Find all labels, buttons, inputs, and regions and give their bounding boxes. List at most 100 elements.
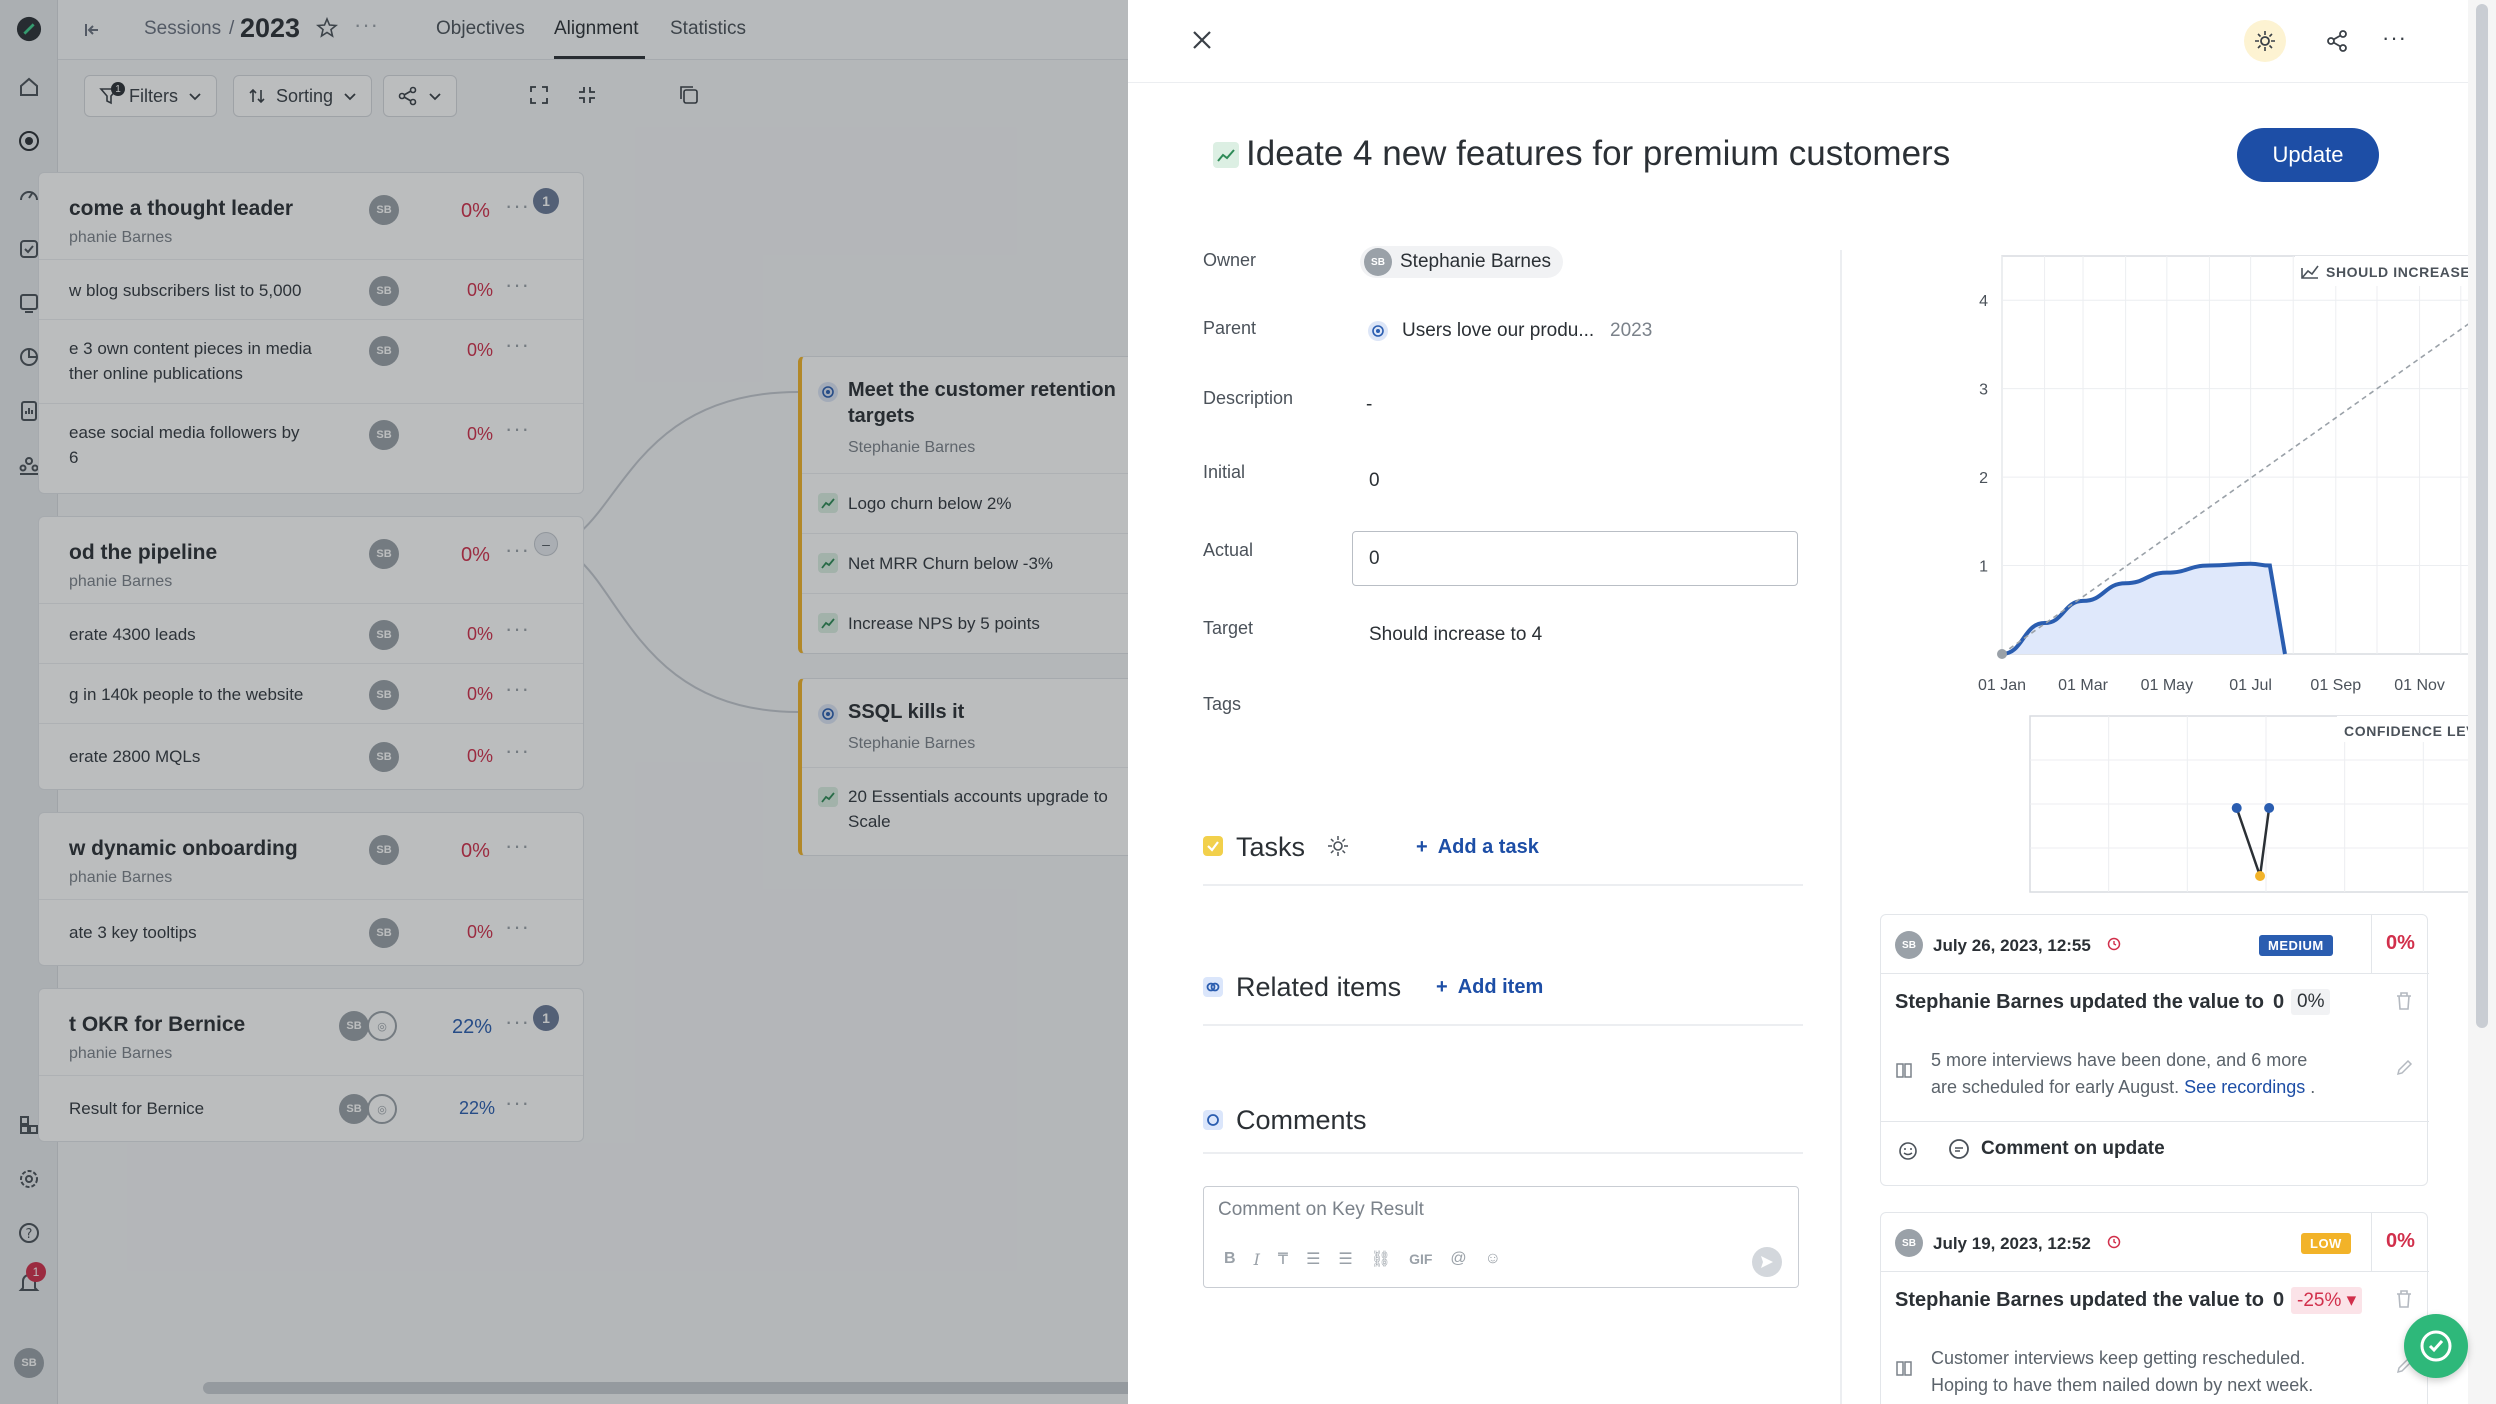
x-tick-label: 01 Jul xyxy=(2229,677,2272,694)
actual-value-input[interactable]: 0 xyxy=(1352,531,1798,586)
related-divider xyxy=(1203,1024,1803,1026)
send-icon xyxy=(1761,1256,1773,1268)
more-icon[interactable]: ··· xyxy=(2382,25,2407,51)
x-tick-label: 01 Mar xyxy=(2058,677,2108,694)
tasks-heading: Tasks xyxy=(1236,832,1306,862)
link-icon[interactable]: ⛓ xyxy=(1371,1249,1391,1269)
panel-scrollbar-thumb[interactable] xyxy=(2476,4,2488,1028)
mention-icon[interactable]: @ xyxy=(1450,1250,1466,1268)
comment-bubble-icon xyxy=(1203,1110,1223,1130)
x-tick-label: 01 May xyxy=(2141,677,2193,694)
card-divider xyxy=(2371,1213,2372,1271)
key-result-title[interactable]: Ideate 4 new features for premium custom… xyxy=(1246,134,1950,174)
close-icon[interactable] xyxy=(1190,28,1214,52)
header-divider xyxy=(1128,82,2468,83)
y-tick-label: 2 xyxy=(1979,470,1988,487)
add-item-label: Add item xyxy=(1457,976,1544,998)
bullet-list-icon[interactable]: ☰ xyxy=(1338,1249,1352,1269)
share-icon[interactable] xyxy=(2326,30,2348,52)
parent-link[interactable]: Users love our produ... xyxy=(1402,320,1594,342)
check-in-text: Stephanie Barnes updated the value to xyxy=(1895,991,2264,1013)
comment-on-update-label: Comment on update xyxy=(1981,1138,2165,1159)
check-in-value: 0 xyxy=(2273,991,2285,1013)
italic-icon[interactable]: I xyxy=(1254,1250,1260,1269)
progress-chart: 1 2 3 4 01 Jan 01 Mar 01 May 01 Jul 01 Sep 01 Nov… xyxy=(1978,255,2496,694)
parent-year: 2023 xyxy=(1610,320,1653,341)
modal-backdrop[interactable] xyxy=(0,0,1128,1404)
chat-check-icon xyxy=(2420,1330,2452,1362)
panel-scrollbar-track[interactable] xyxy=(2468,0,2496,1404)
card-divider xyxy=(1881,973,2429,974)
check-in-delta: -25% ▾ xyxy=(2291,1287,2363,1314)
comment-input[interactable]: Comment on Key Result xyxy=(1218,1199,1424,1221)
owner-name: Stephanie Barnes xyxy=(1400,251,1552,272)
heading-icon[interactable]: ₸ xyxy=(1278,1249,1288,1269)
actual-label: Actual xyxy=(1203,540,1254,560)
note-period: . xyxy=(2305,1077,2316,1097)
add-reaction-icon[interactable] xyxy=(1897,1139,1921,1163)
book-icon xyxy=(1895,1061,1913,1079)
bold-icon[interactable]: B xyxy=(1224,1250,1236,1268)
confidence-line xyxy=(2235,807,2271,877)
x-tick-label: 01 Jan xyxy=(1978,677,2026,694)
sparkle-icon[interactable] xyxy=(1326,834,1350,858)
key-result-trend-icon xyxy=(1213,142,1239,168)
target-value[interactable]: Should increase to 4 xyxy=(1369,624,1542,646)
sparkle-icon xyxy=(2255,31,2275,51)
check-in-card: SB July 26, 2023, 12:55 MEDIUM 0% Stepha… xyxy=(1880,914,2429,1186)
description-value[interactable]: - xyxy=(1366,394,1372,416)
description-label: Description xyxy=(1203,388,1294,408)
check-in-text: Stephanie Barnes updated the value to xyxy=(1895,1289,2264,1311)
ai-sparkle-button[interactable] xyxy=(2244,20,2286,62)
owner-label: Owner xyxy=(1203,250,1257,270)
target-label: Target xyxy=(1203,618,1254,638)
owner-avatar: SB xyxy=(1364,248,1392,276)
comments-heading: Comments xyxy=(1236,1105,1367,1135)
down-arrow-icon: ▾ xyxy=(2346,1290,2357,1311)
card-divider xyxy=(1881,1121,2429,1122)
x-tick-label: 01 Sep xyxy=(2310,677,2361,694)
see-recordings-link[interactable]: See recordings xyxy=(2184,1077,2305,1097)
trash-icon[interactable] xyxy=(2395,991,2413,1011)
emoji-icon[interactable]: ☺ xyxy=(1485,1250,1501,1268)
add-item-button[interactable]: + Add item xyxy=(1436,976,1543,999)
note-line: are scheduled for early August. xyxy=(1931,1077,2180,1097)
add-task-label: Add a task xyxy=(1437,836,1539,858)
y-tick-label: 1 xyxy=(1979,559,1988,576)
send-comment-button[interactable] xyxy=(1752,1247,1782,1277)
comment-on-update-button[interactable]: Comment on update xyxy=(1947,1137,2165,1161)
note-line: Customer interviews keep getting resched… xyxy=(1931,1348,2306,1368)
initial-value[interactable]: 0 xyxy=(1369,470,1380,492)
edit-icon[interactable] xyxy=(2395,1059,2413,1077)
update-button[interactable]: Update xyxy=(2237,128,2379,182)
confidence-badge: LOW xyxy=(2301,1233,2351,1254)
book-icon xyxy=(1895,1359,1913,1377)
check-in-card: SB July 19, 2023, 12:52 LOW 0% Stephanie… xyxy=(1880,1212,2429,1404)
confidence-chart: CONFIDENCE LEVEL xyxy=(2029,715,2496,893)
y-tick-label: 3 xyxy=(1979,382,1988,399)
target-start-point xyxy=(1997,649,2007,659)
related-items-heading: Related items xyxy=(1236,972,1402,1002)
trash-icon[interactable] xyxy=(2395,1289,2413,1309)
check-in-delta: 0% xyxy=(2291,989,2331,1015)
tasks-divider xyxy=(1203,884,1803,886)
check-in-progress: 0% xyxy=(2386,932,2415,954)
initial-label: Initial xyxy=(1203,462,1246,482)
gif-icon[interactable]: GIF xyxy=(1409,1251,1432,1267)
add-task-button[interactable]: + Add a task xyxy=(1416,836,1539,859)
link-icon xyxy=(1203,977,1223,997)
objective-target-icon xyxy=(1368,321,1388,341)
tasks-checkbox-icon xyxy=(1203,836,1223,856)
check-in-note: 5 more interviews have been done, and 6 … xyxy=(1931,1047,2315,1101)
numbered-list-icon[interactable]: ☰ xyxy=(1306,1249,1320,1269)
author-avatar: SB xyxy=(1895,931,1923,959)
clock-icon xyxy=(2107,1235,2121,1249)
owner-chip[interactable]: SB Stephanie Barnes xyxy=(1360,246,1564,278)
y-tick-label: 4 xyxy=(1979,293,1988,310)
parent-label: Parent xyxy=(1203,318,1257,338)
comment-editor[interactable]: Comment on Key Result B I ₸ ☰ ☰ ⛓ GIF @ … xyxy=(1203,1186,1799,1288)
check-in-date: July 19, 2023, 12:52 xyxy=(1933,1234,2091,1253)
confidence-point xyxy=(2231,803,2242,813)
chat-support-button[interactable] xyxy=(2404,1314,2468,1378)
confidence-grid xyxy=(2029,715,2496,893)
